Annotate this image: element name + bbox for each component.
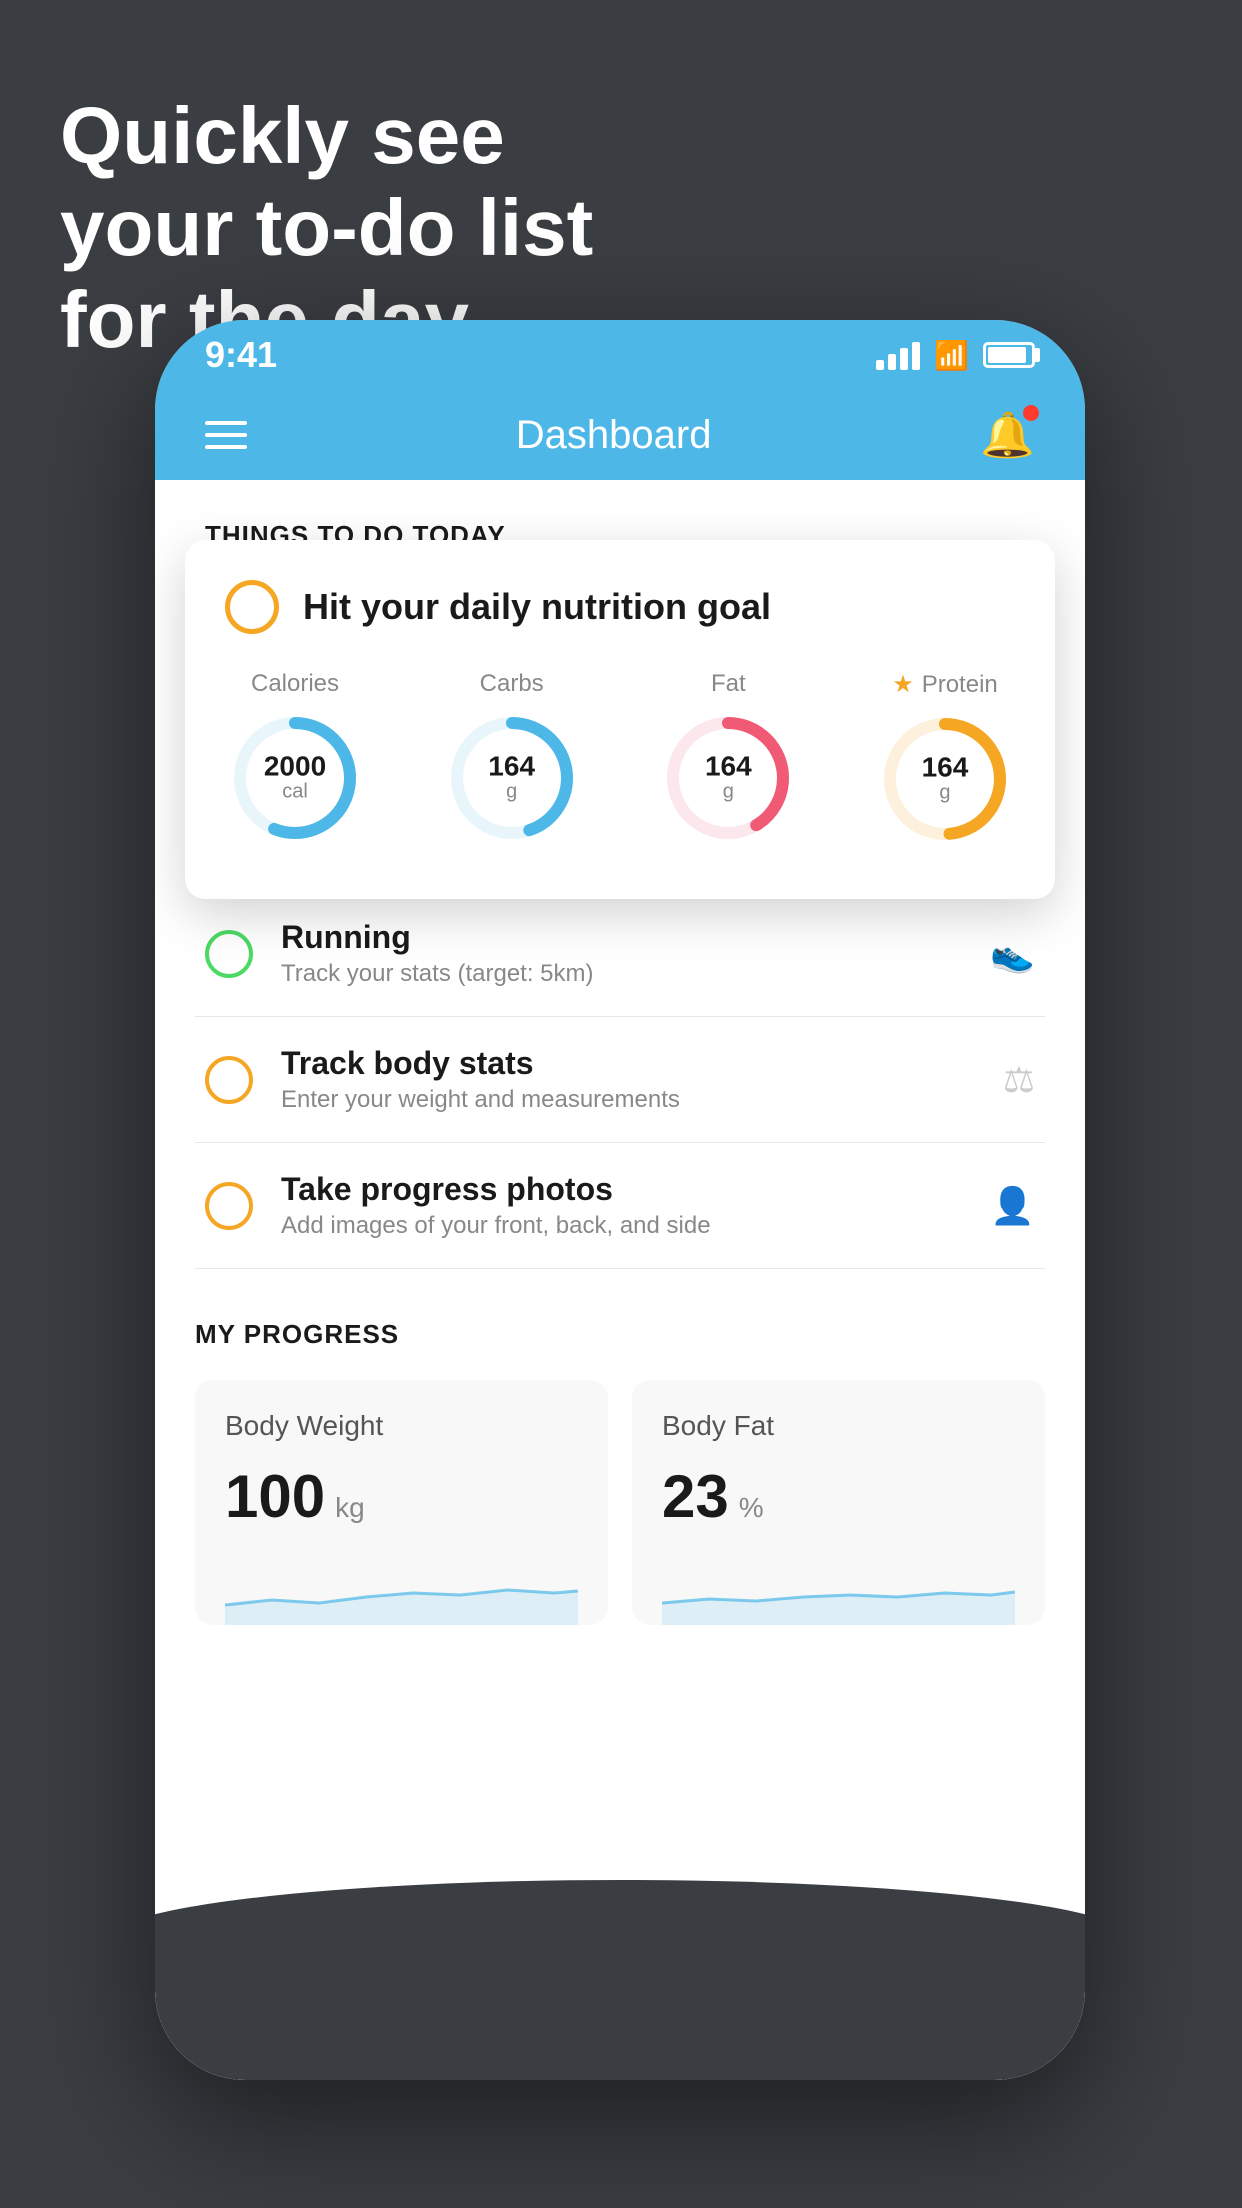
todo-title-running: Running [281,919,962,956]
menu-button[interactable] [205,421,247,449]
todo-text-body-stats: Track body stats Enter your weight and m… [281,1045,975,1114]
status-time: 9:41 [205,334,277,376]
fat-value: 164 [705,753,752,781]
signal-icon [876,340,920,370]
body-fat-unit: % [739,1492,764,1524]
body-weight-label: Body Weight [225,1410,578,1442]
nav-bar: Dashboard 🔔 [155,390,1085,480]
nutrient-calories: Calories 2000 cal [225,670,365,848]
todo-circle-photos [205,1182,253,1230]
todo-body-stats[interactable]: Track body stats Enter your weight and m… [195,1017,1045,1143]
body-weight-unit: kg [335,1492,365,1524]
todo-text-photos: Take progress photos Add images of your … [281,1171,962,1240]
body-weight-value: 100 [225,1462,325,1531]
todo-running[interactable]: Running Track your stats (target: 5km) 👟 [195,891,1045,1017]
phone-content: THINGS TO DO TODAY Hit your daily nutrit… [155,480,1085,2080]
nutrition-card-title: Hit your daily nutrition goal [303,586,771,628]
calories-value: 2000 [264,753,326,781]
carbs-donut: 164 g [442,708,582,848]
nutrition-circles: Calories 2000 cal Carbs [225,670,1015,849]
battery-icon [983,342,1035,368]
nutrition-check-circle [225,580,279,634]
todo-circle-running [205,930,253,978]
dark-overlay [155,1880,1085,2080]
progress-card-weight[interactable]: Body Weight 100 kg [195,1380,608,1625]
fat-label: Fat [711,670,746,698]
carbs-unit: g [506,781,517,803]
notification-badge [1023,405,1039,421]
running-icon: 👟 [990,933,1035,975]
person-icon: 👤 [990,1185,1035,1227]
todo-subtitle-running: Track your stats (target: 5km) [281,960,962,988]
todo-title-body-stats: Track body stats [281,1045,975,1082]
body-fat-value: 23 [662,1462,729,1531]
notifications-button[interactable]: 🔔 [980,409,1035,461]
progress-section: MY PROGRESS Body Weight 100 kg [155,1269,1085,1665]
calories-unit: cal [282,781,308,803]
nutrient-carbs: Carbs 164 g [442,670,582,848]
star-icon: ★ [892,670,914,699]
todo-subtitle-photos: Add images of your front, back, and side [281,1212,962,1240]
carbs-label: Carbs [480,670,544,698]
status-icons: 📶 [876,339,1035,372]
todo-photos[interactable]: Take progress photos Add images of your … [195,1143,1045,1269]
protein-unit: g [939,782,950,804]
fat-donut: 164 g [658,708,798,848]
todo-title-photos: Take progress photos [281,1171,962,1208]
body-fat-value-row: 23 % [662,1462,1015,1531]
nutrition-card-header: Hit your daily nutrition goal [225,580,1015,634]
todo-list: Running Track your stats (target: 5km) 👟… [155,891,1085,1269]
body-weight-value-row: 100 kg [225,1462,578,1531]
carbs-value: 164 [488,753,535,781]
todo-text-running: Running Track your stats (target: 5km) [281,919,962,988]
progress-cards: Body Weight 100 kg Body Fat [195,1380,1045,1625]
calories-donut: 2000 cal [225,708,365,848]
calories-label: Calories [251,670,339,698]
progress-section-title: MY PROGRESS [195,1319,1045,1350]
nutrient-protein: ★ Protein 164 g [875,670,1015,849]
phone-shell: 9:41 📶 Dashboard 🔔 THINGS TO DO TODAY [155,320,1085,2080]
progress-card-fat[interactable]: Body Fat 23 % [632,1380,1045,1625]
status-bar: 9:41 📶 [155,320,1085,390]
nutrient-fat: Fat 164 g [658,670,798,848]
body-weight-chart [225,1555,578,1625]
fat-unit: g [723,781,734,803]
body-fat-chart [662,1555,1015,1625]
nutrition-card[interactable]: Hit your daily nutrition goal Calories 2… [185,540,1055,899]
protein-donut: 164 g [875,709,1015,849]
todo-subtitle-body-stats: Enter your weight and measurements [281,1086,975,1114]
protein-value: 164 [922,754,969,782]
body-fat-label: Body Fat [662,1410,1015,1442]
scale-icon: ⚖ [1003,1059,1035,1101]
nav-title: Dashboard [516,413,712,458]
wifi-icon: 📶 [934,339,969,372]
protein-label: ★ Protein [892,670,998,699]
todo-circle-body-stats [205,1056,253,1104]
